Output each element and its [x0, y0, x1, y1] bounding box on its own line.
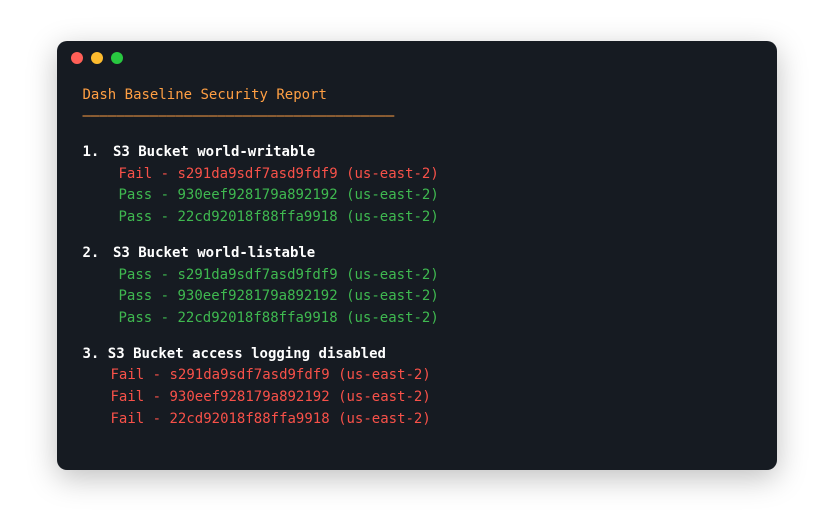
section-title: S3 Bucket world-listable — [113, 245, 315, 261]
result-line: Pass - 930eef928179a892192 (us-east-2) — [83, 185, 751, 207]
section-number: 3. — [83, 346, 100, 362]
section-title: S3 Bucket access logging disabled — [108, 346, 386, 362]
section-title: S3 Bucket world-writable — [113, 144, 315, 160]
result-line: Pass - s291da9sdf7asd9fdf9 (us-east-2) — [83, 265, 751, 287]
report-title: Dash Baseline Security Report — [83, 85, 751, 107]
terminal-content: Dash Baseline Security Report ––––––––––… — [57, 75, 777, 441]
result-line: Pass - 22cd92018f88ffa9918 (us-east-2) — [83, 308, 751, 330]
close-icon[interactable] — [71, 52, 83, 64]
divider-line: ––––––––––––––––––––––––––––––––––––– — [83, 106, 751, 128]
result-line: Fail - 930eef928179a892192 (us-east-2) — [83, 387, 751, 409]
maximize-icon[interactable] — [111, 52, 123, 64]
window-titlebar — [57, 41, 777, 75]
section-number: 2. — [83, 243, 105, 265]
minimize-icon[interactable] — [91, 52, 103, 64]
result-line: Fail - s291da9sdf7asd9fdf9 (us-east-2) — [83, 164, 751, 186]
result-line: Pass - 930eef928179a892192 (us-east-2) — [83, 286, 751, 308]
result-line: Fail - 22cd92018f88ffa9918 (us-east-2) — [83, 409, 751, 431]
section-number: 1. — [83, 142, 105, 164]
section-header-2: 2. S3 Bucket world-listable — [83, 243, 751, 265]
result-line: Fail - s291da9sdf7asd9fdf9 (us-east-2) — [83, 365, 751, 387]
section-header-3: 3. S3 Bucket access logging disabled — [83, 344, 751, 366]
section-header-1: 1. S3 Bucket world-writable — [83, 142, 751, 164]
terminal-window: Dash Baseline Security Report ––––––––––… — [57, 41, 777, 471]
result-line: Pass - 22cd92018f88ffa9918 (us-east-2) — [83, 207, 751, 229]
